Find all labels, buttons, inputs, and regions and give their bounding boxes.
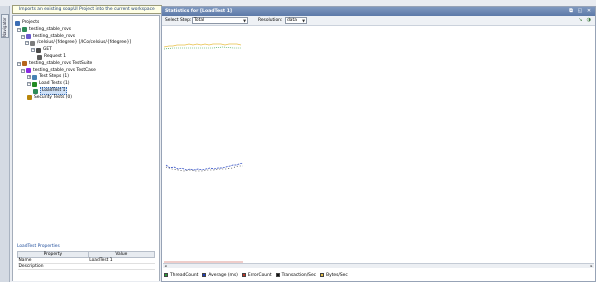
tree-node[interactable]: − testing_stable_rsvs TestCase <box>21 68 96 74</box>
tree-node[interactable]: Projects <box>15 20 39 26</box>
properties-table: Property Value Name LoadTest 1 Descripti… <box>17 251 156 270</box>
close-icon[interactable]: ✕ <box>586 8 592 14</box>
method-icon <box>36 47 41 53</box>
scroll-left-icon[interactable]: ◂ <box>163 264 168 268</box>
chevron-down-icon: ▼ <box>243 18 246 23</box>
select-step-label: Select Step: <box>165 18 192 23</box>
loadtest-statistics-window: Statistics for [LoadTest 1] ⧉ ◱ ✕ Select… <box>161 6 596 282</box>
detach-icon[interactable]: ⧉ <box>568 8 574 14</box>
loadtests-icon <box>32 81 37 87</box>
average-ms-line <box>165 162 244 171</box>
tree-node[interactable]: − GET <box>31 47 52 53</box>
tree-node-label: testing_stable_rsvs <box>33 33 75 39</box>
legend-item: Transaction/Sec <box>275 272 317 278</box>
legend-item: ErrorCount <box>241 272 272 278</box>
legend-label: ErrorCount <box>247 272 272 278</box>
tree-node-label: Projects <box>22 20 40 25</box>
legend-swatch <box>164 273 168 277</box>
chevron-down-icon: ▼ <box>302 18 305 23</box>
navigator-tab-label: Navigator <box>2 17 7 37</box>
tree-node-label: testing_stable_rsvs <box>29 26 71 32</box>
legend-label: ThreadCount <box>170 272 199 278</box>
legend-label: Bytes/Sec <box>326 272 348 278</box>
testsuite-icon <box>22 61 27 67</box>
tree-node-label: Request 1 <box>44 54 67 59</box>
collapse-icon[interactable]: − <box>25 41 29 46</box>
properties-header: LoadTest Properties <box>17 244 60 249</box>
graph-legend: ThreadCount Average (ms) ErrorCount Transac… <box>164 270 595 280</box>
tree-node-label: testing_stable_rsvs TestCase <box>33 67 96 73</box>
tree-node[interactable]: Request 1 <box>37 54 66 60</box>
table-row[interactable]: Description <box>17 263 155 270</box>
navigator-panel: Projects − testing_stable_rsvs − testing_sta… <box>12 15 160 281</box>
collapse-icon[interactable]: − <box>21 68 25 73</box>
resource-icon <box>30 40 35 46</box>
legend-item: Average (ms) <box>202 272 238 278</box>
navigator-tab[interactable]: Navigator <box>1 14 9 38</box>
scroll-right-icon[interactable]: ▸ <box>589 264 594 268</box>
legend-swatch <box>320 273 325 277</box>
statistics-graph <box>163 27 594 263</box>
properties-panel: LoadTest Properties Property Value Name … <box>13 241 159 281</box>
restore-icon[interactable]: ◱ <box>577 8 583 14</box>
testcase-icon <box>26 68 31 74</box>
legend-swatch <box>241 273 246 277</box>
help-icon[interactable]: ◑ <box>587 17 591 24</box>
tree-node[interactable]: − testing_stable_rsvs <box>17 27 71 33</box>
tree-node[interactable]: Security Tests (0) <box>27 95 72 101</box>
resolution-dropdown[interactable]: data ▼ <box>285 17 307 24</box>
collapse-icon[interactable]: − <box>21 34 25 39</box>
tree-node-label: testing_stable_rsvs TestSuite <box>29 60 93 66</box>
property-value[interactable] <box>88 263 155 270</box>
select-step-dropdown[interactable]: Total ▼ <box>192 17 248 24</box>
import-project-tooltip: Imports an existing soapUI Project into … <box>12 5 162 14</box>
window-title: Statistics for [LoadTest 1] <box>165 9 232 14</box>
tree-node[interactable]: + Test Steps (1) <box>27 74 69 80</box>
projects-icon <box>15 20 20 26</box>
legend-item: ThreadCount <box>164 273 198 278</box>
collapse-icon[interactable]: − <box>31 48 35 53</box>
tree-node-label: /celsius/{fdegree} [/ICo/celsius/{fdegre… <box>37 40 132 46</box>
statistics-toolbar: Select Step: Total ▼ Resolution: data ▼ … <box>162 16 595 26</box>
resolution-value: data <box>287 18 297 23</box>
threadcount-line <box>163 46 241 50</box>
project-icon <box>22 27 27 33</box>
collapse-icon[interactable]: − <box>27 82 31 87</box>
teststeps-icon <box>32 74 37 80</box>
tree-node-label: GET <box>43 47 52 53</box>
request-icon <box>37 54 42 60</box>
resolution-label: Resolution: <box>258 18 283 23</box>
legend-item: Bytes/Sec <box>320 273 348 278</box>
navigator-strip: Navigator <box>0 6 10 282</box>
tree-node-label: LoadTest 1 <box>40 87 68 95</box>
collapse-icon[interactable]: − <box>17 27 21 32</box>
expand-icon[interactable]: + <box>27 75 31 80</box>
soapui-window: Navigator Imports an existing soapUI Pro… <box>0 0 596 282</box>
interface-icon <box>26 34 31 40</box>
legend-label: Average (ms) <box>208 272 238 278</box>
tree-node-label: Security Tests (0) <box>34 94 72 100</box>
legend-swatch <box>275 273 280 277</box>
horizontal-scrollbar[interactable]: ◂ ▸ <box>163 263 594 268</box>
legend-swatch <box>202 273 207 277</box>
bytes-per-sec-line <box>163 43 242 48</box>
tree-node[interactable]: − testing_stable_rsvs <box>21 34 75 40</box>
select-step-value: Total <box>194 18 205 23</box>
window-titlebar[interactable]: Statistics for [LoadTest 1] ⧉ ◱ ✕ <box>162 7 595 16</box>
statistics-graph-svg <box>163 43 244 263</box>
tree-node[interactable]: LoadTest 1 <box>33 87 68 95</box>
tree-node[interactable]: − testing_stable_rsvs TestSuite <box>17 61 92 67</box>
tree-node[interactable]: − /celsius/{fdegree} [/ICo/celsius/{fdegr… <box>25 40 131 46</box>
tree-node-label: Test Steps (1) <box>39 74 69 80</box>
legend-label: Transaction/Sec <box>281 272 317 278</box>
property-name: Description <box>17 263 89 270</box>
loadtest-icon <box>33 88 38 94</box>
export-icon[interactable]: ↘ <box>578 17 582 24</box>
collapse-icon[interactable]: − <box>17 61 21 66</box>
securitytests-icon <box>27 95 32 101</box>
